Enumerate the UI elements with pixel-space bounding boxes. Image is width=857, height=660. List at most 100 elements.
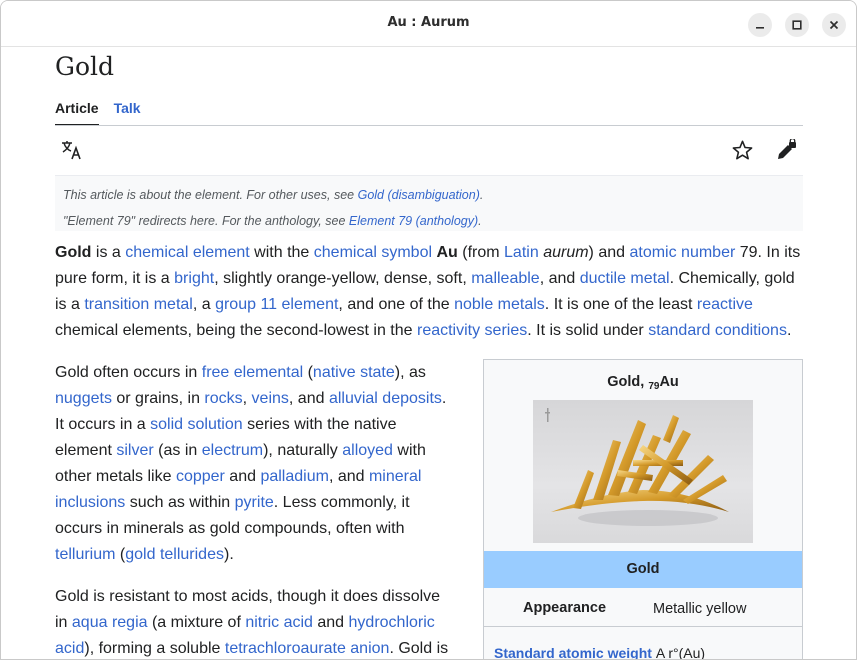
article-link[interactable]: nitric acid: [245, 614, 313, 631]
body-text: ), forming a soluble: [84, 640, 225, 657]
italic-term: aurum: [543, 244, 589, 261]
article-link[interactable]: noble metals: [454, 296, 545, 313]
body-text: . Gold is: [389, 640, 449, 657]
article-link[interactable]: nuggets: [55, 390, 112, 407]
article-link[interactable]: palladium: [260, 468, 328, 485]
minimize-icon: [756, 27, 764, 29]
article-link[interactable]: alluvial deposits: [329, 390, 442, 407]
article-content: Gold Article Talk This article is about …: [1, 48, 856, 660]
hatnote-link[interactable]: Gold (disambiguation): [358, 188, 480, 202]
body-text: Gold often occurs in: [55, 364, 202, 381]
article-link[interactable]: silver: [116, 442, 153, 459]
body-text: (a mixture of: [147, 614, 246, 631]
maximize-button[interactable]: [785, 13, 809, 37]
article-link[interactable]: reactivity series: [417, 322, 527, 339]
article-link[interactable]: group 11 element: [215, 296, 338, 313]
page-title: Gold: [55, 52, 115, 81]
infobox: Gold, 79Au Gold Appearance Metallic yell…: [483, 359, 803, 660]
close-icon: [829, 20, 839, 30]
standard-atomic-weight-link[interactable]: Standard atomic weight: [494, 645, 652, 659]
hatnote-text: "Element 79" redirects here. For the ant…: [63, 214, 349, 228]
gold-crystals-image[interactable]: [533, 400, 753, 543]
hatnote-box: This article is about the element. For o…: [55, 175, 803, 231]
watch-star-icon[interactable]: [732, 140, 753, 164]
article-link[interactable]: alloyed: [342, 442, 393, 459]
body-text: , a: [192, 296, 216, 313]
body-text: , and: [539, 270, 580, 287]
edit-lock-icon[interactable]: [776, 137, 798, 165]
hatnote-end: .: [479, 188, 484, 202]
article-link[interactable]: atomic number: [629, 244, 735, 261]
body-text: is a: [91, 244, 126, 261]
chemistry-paragraph: Gold is resistant to most acids, though …: [55, 584, 455, 659]
article-link[interactable]: solid solution: [150, 416, 243, 433]
body-text: , and one of the: [338, 296, 455, 313]
infobox-row-label: Appearance: [523, 600, 607, 616]
article-link[interactable]: Latin: [504, 244, 539, 261]
body-text: chemical elements, being the second-lowe…: [55, 322, 417, 339]
article-link[interactable]: pyrite: [235, 494, 274, 511]
window-title: Au : Aurum: [387, 15, 470, 30]
infobox-row-value: Metallic yellow: [653, 601, 747, 617]
body-text: ), naturally: [263, 442, 343, 459]
article-link[interactable]: copper: [176, 468, 225, 485]
tab-article[interactable]: Article: [55, 100, 99, 126]
translate-icon[interactable]: [61, 140, 83, 164]
article-link[interactable]: transition metal: [84, 296, 193, 313]
title-bar: Au : Aurum: [1, 1, 856, 47]
article-link[interactable]: veins: [252, 390, 289, 407]
article-link[interactable]: reactive: [697, 296, 753, 313]
article-link[interactable]: chemical element: [125, 244, 250, 261]
article-link[interactable]: tellurium: [55, 546, 115, 563]
infobox-header: Gold: [484, 551, 802, 588]
bold-term: Au: [436, 244, 458, 261]
infobox-title-symbol: Au: [659, 374, 679, 390]
article-link[interactable]: native state: [313, 364, 395, 381]
body-text: ) and: [588, 244, 630, 261]
body-text: . It is one of the least: [544, 296, 697, 313]
infobox-title-name: Gold,: [607, 374, 649, 390]
body-text: or grains, in: [111, 390, 205, 407]
body-text: .: [786, 322, 792, 339]
infobox-row-partial: Standard atomic weight A r°(Au): [494, 645, 706, 660]
article-link[interactable]: tetrachloroaurate anion: [225, 640, 390, 657]
infobox-row: Appearance Metallic yellow: [484, 589, 802, 627]
article-link[interactable]: rocks: [204, 390, 242, 407]
body-text: ,: [242, 390, 252, 407]
tabs-divider: [55, 125, 803, 126]
body-text: . It is solid under: [527, 322, 649, 339]
article-link[interactable]: chemical symbol: [314, 244, 432, 261]
article-link[interactable]: free elemental: [202, 364, 303, 381]
bold-term: Gold: [55, 244, 92, 261]
body-text: , and: [288, 390, 329, 407]
body-text: (: [303, 364, 313, 381]
article-link[interactable]: standard conditions: [648, 322, 787, 339]
article-link[interactable]: bright: [174, 270, 214, 287]
minimize-button[interactable]: [748, 13, 772, 37]
hatnote-text: This article is about the element. For o…: [63, 188, 358, 202]
hatnote-end: .: [478, 214, 482, 228]
lead-paragraph: Gold is a chemical element with the chem…: [55, 240, 807, 344]
body-text: , slightly orange-yellow, dense, soft,: [214, 270, 472, 287]
page-tabs: Article Talk: [55, 100, 156, 126]
body-text: (as in: [153, 442, 202, 459]
maximize-icon: [792, 20, 802, 30]
app-window: Au : Aurum Gold Article Talk This articl…: [0, 0, 857, 660]
article-link[interactable]: malleable: [471, 270, 539, 287]
body-text: , and: [328, 468, 369, 485]
close-button[interactable]: [822, 13, 846, 37]
infobox-row-value: A r°(Au): [655, 645, 706, 660]
occurrence-paragraph: Gold often occurs in free elemental (nat…: [55, 360, 455, 568]
body-text: and: [224, 468, 261, 485]
body-text: and: [312, 614, 349, 631]
article-link[interactable]: ductile metal: [580, 270, 670, 287]
body-text: (from: [457, 244, 505, 261]
article-link[interactable]: gold tellurides: [125, 546, 224, 563]
hatnote-line: "Element 79" redirects here. For the ant…: [63, 208, 795, 234]
article-link[interactable]: electrum: [202, 442, 263, 459]
body-text: (: [115, 546, 126, 563]
article-link[interactable]: aqua regia: [72, 614, 148, 631]
tab-talk[interactable]: Talk: [114, 100, 141, 126]
body-text: with the: [249, 244, 314, 261]
hatnote-link[interactable]: Element 79 (anthology): [349, 214, 478, 228]
